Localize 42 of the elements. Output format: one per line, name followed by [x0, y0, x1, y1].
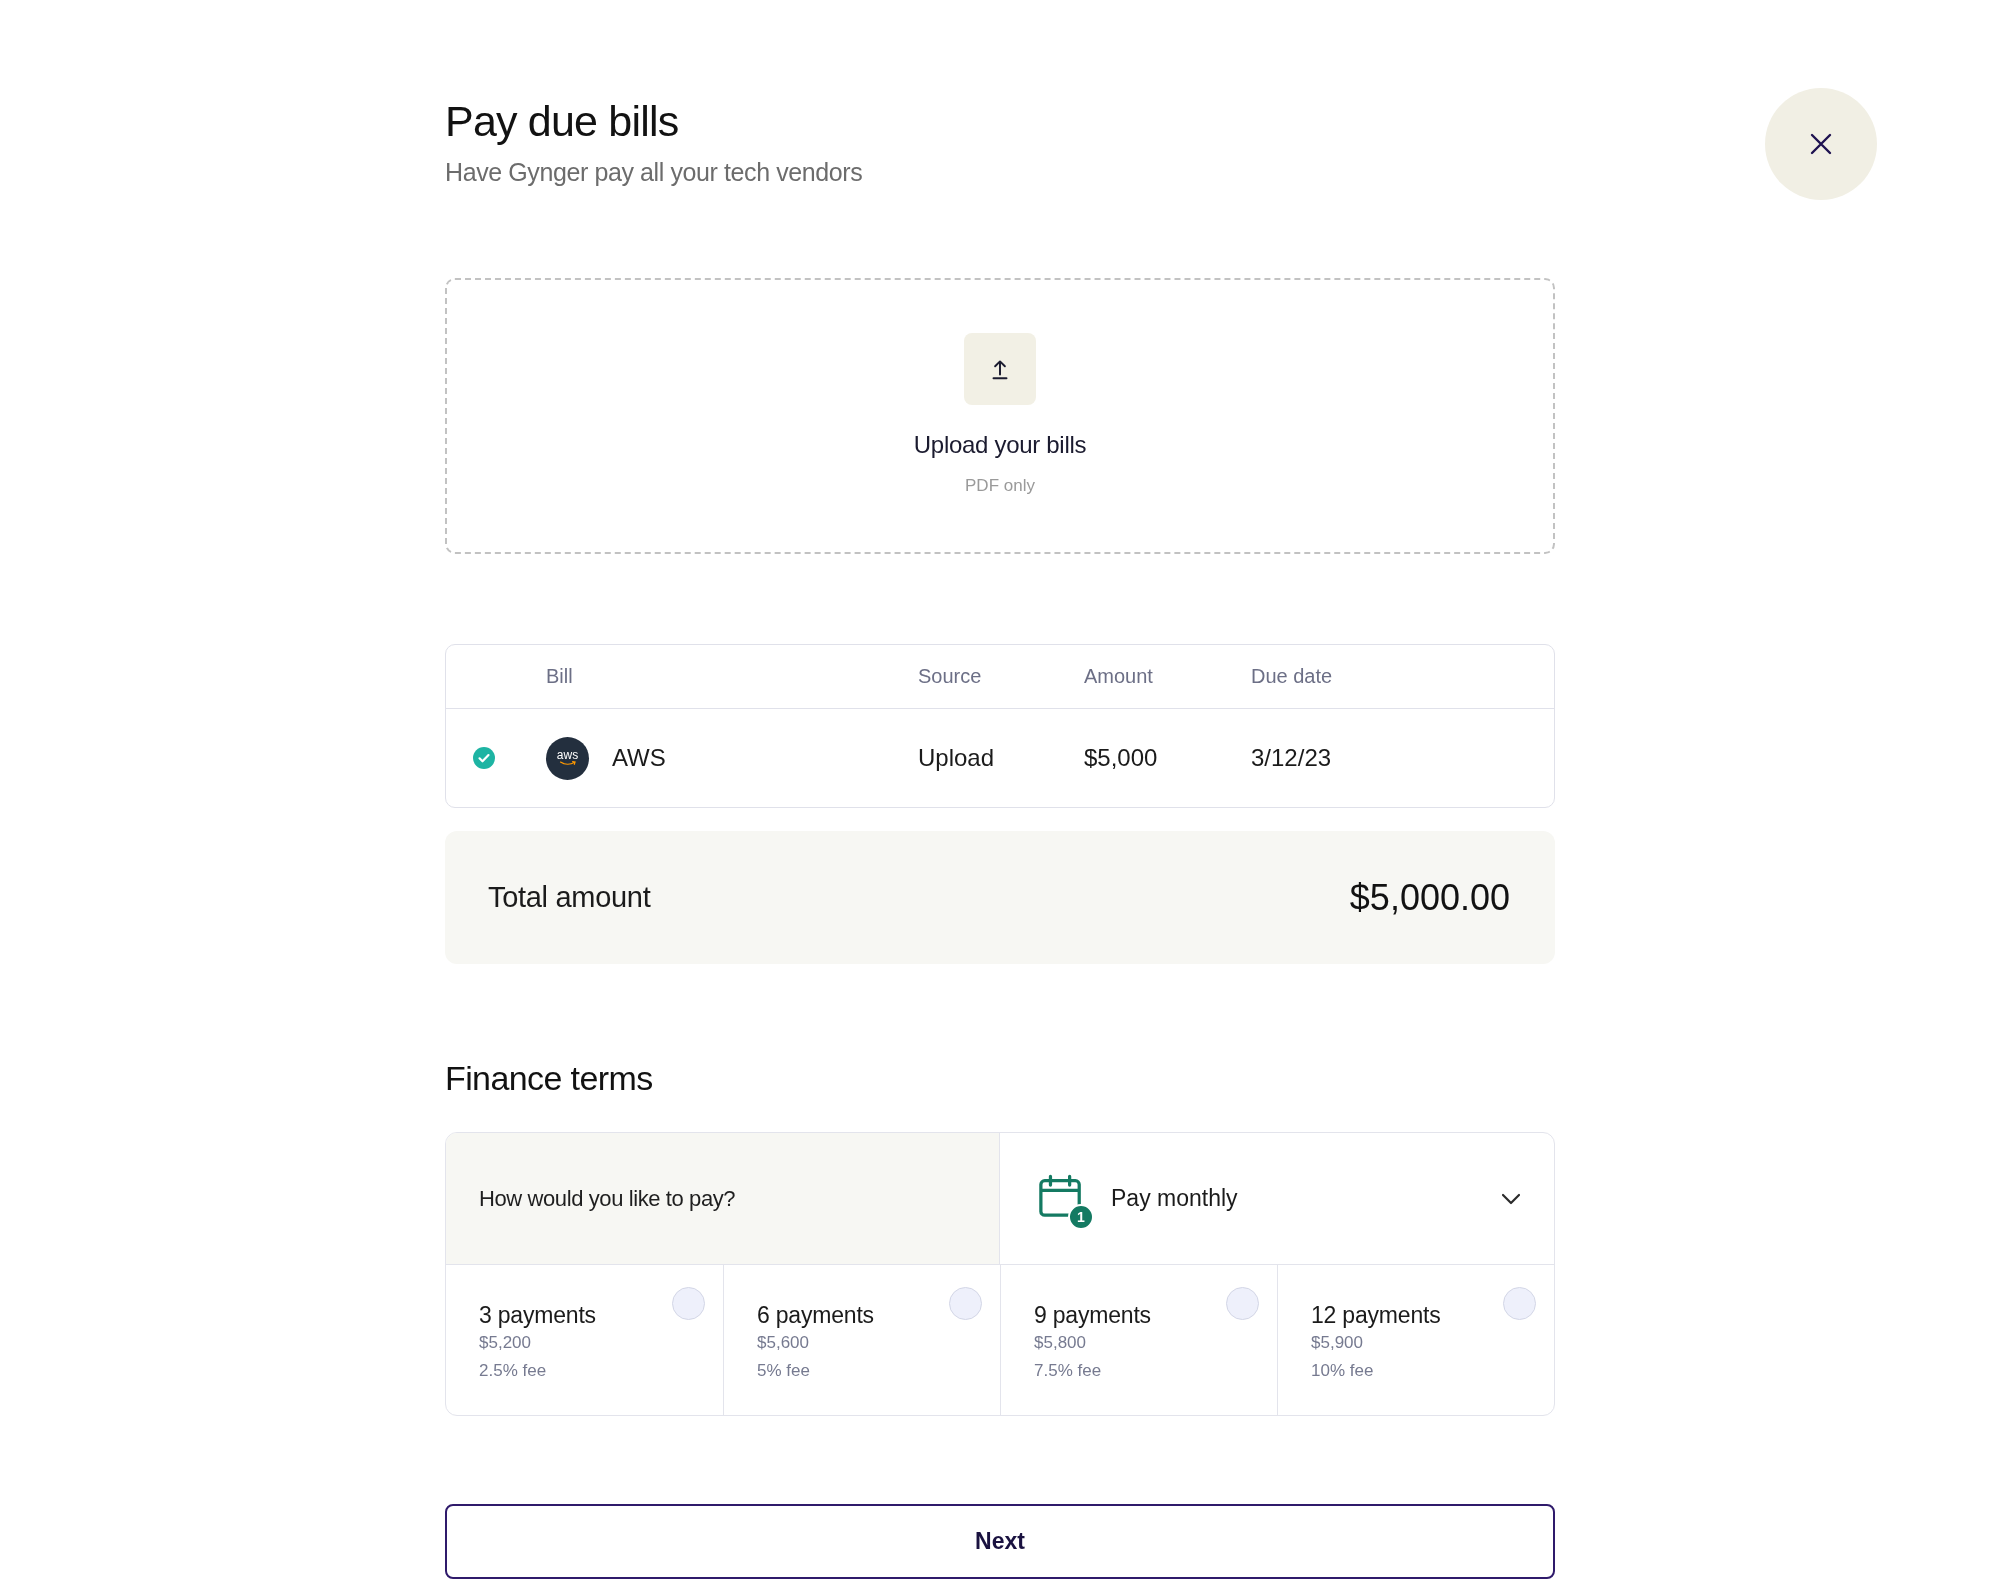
close-icon	[1810, 133, 1832, 155]
row-checkbox[interactable]	[473, 747, 495, 769]
pay-method-dropdown[interactable]: 1 Pay monthly	[1000, 1133, 1554, 1265]
radio-button[interactable]	[949, 1287, 982, 1320]
chevron-down-icon	[1501, 1192, 1521, 1205]
upload-dropzone[interactable]: Upload your bills PDF only	[445, 278, 1555, 554]
table-cell: $5,000	[1084, 744, 1158, 772]
section-heading: Finance terms	[445, 1058, 654, 1098]
upload-hint: PDF only	[965, 475, 1035, 497]
vendor-logo: aws	[546, 736, 589, 780]
radio-button[interactable]	[1503, 1287, 1536, 1320]
column-header: Bill	[546, 665, 573, 688]
question-text: How would you like to pay?	[479, 1185, 736, 1212]
table-cell: 3/12/23	[1251, 744, 1332, 772]
page-subtitle: Have Gynger pay all your tech vendors	[445, 157, 864, 188]
table-cell: AWS	[612, 744, 666, 772]
radio-button[interactable]	[672, 1287, 705, 1320]
option-fee: 2.5% fee	[479, 1360, 547, 1382]
total-value: $5,000.00	[1349, 876, 1510, 919]
option-title: 9 payments	[1034, 1301, 1151, 1329]
option-title: 12 payments	[1311, 1301, 1441, 1329]
option-title: 6 payments	[757, 1301, 874, 1329]
option-price: $5,800	[1034, 1332, 1086, 1354]
option-fee: 10% fee	[1311, 1360, 1374, 1382]
radio-button[interactable]	[1226, 1287, 1259, 1320]
option-fee: 7.5% fee	[1034, 1360, 1102, 1382]
calendar-icon	[1038, 1173, 1084, 1220]
option-price: $5,900	[1311, 1332, 1363, 1354]
page-title: Pay due bills	[445, 96, 680, 147]
option-title: 3 payments	[479, 1301, 596, 1329]
option-fee: 5% fee	[757, 1360, 810, 1382]
option-price: $5,600	[757, 1332, 809, 1354]
next-button[interactable]: Next	[445, 1504, 1555, 1579]
upload-label: Upload your bills	[913, 430, 1087, 460]
table-cell: Upload	[918, 744, 995, 772]
upload-icon	[964, 333, 1036, 405]
total-label: Total amount	[488, 881, 651, 914]
column-header: Source	[918, 665, 982, 688]
column-header: Amount	[1084, 665, 1153, 688]
count-badge: 1	[1068, 1203, 1094, 1230]
option-price: $5,200	[479, 1332, 531, 1354]
column-header: Due date	[1251, 665, 1333, 688]
